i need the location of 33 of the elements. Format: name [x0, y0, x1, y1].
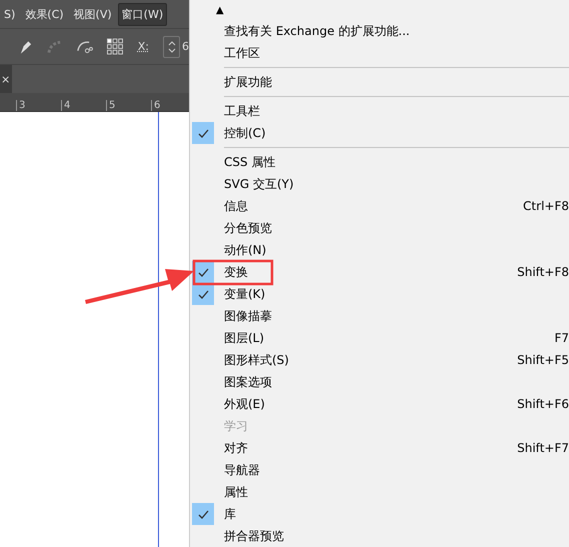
menu-item[interactable]: 分色预览 [190, 217, 569, 239]
menu-item[interactable]: 导航器 [190, 459, 569, 481]
menu-item[interactable]: CSS 属性 [190, 151, 569, 173]
menu-item[interactable]: 图像描摹 [190, 305, 569, 327]
menu-item[interactable]: SVG 交互(Y) [190, 173, 569, 195]
ruler-number: 5 [106, 100, 121, 111]
menu-bar-item[interactable]: S) [0, 4, 20, 24]
menu-bar-item[interactable]: 窗口(W) [118, 2, 168, 26]
menu-item[interactable]: 信息 Ctrl+F8 [190, 195, 569, 217]
menu-item[interactable]: 外观(E) Shift+F6 [190, 393, 569, 415]
menu-item[interactable]: 库 [190, 503, 569, 525]
menu-item[interactable]: 图案选项 [190, 371, 569, 393]
menu-item[interactable]: 工作区 [190, 42, 569, 64]
menu-bar-item[interactable]: 视图(V) [70, 2, 116, 26]
menu-item[interactable]: 图形样式(S) Shift+F5 [190, 349, 569, 371]
menu-item[interactable]: 属性 [190, 481, 569, 503]
x-value: 6 [182, 40, 189, 53]
menu-item[interactable]: 工具栏 [190, 100, 569, 122]
menu-item[interactable]: 对齐 Shift+F7 [190, 437, 569, 459]
x-label: X: [138, 40, 149, 53]
menu-item[interactable]: 图层(L) F7 [190, 327, 569, 349]
menu-item[interactable]: 控制(C) [190, 122, 569, 144]
ruler-number: 3 [16, 100, 31, 111]
menu-item[interactable]: 扩展功能 [190, 71, 569, 93]
menu-item[interactable]: 查找有关 Exchange 的扩展功能... [190, 20, 569, 42]
ruler-number: 4 [61, 100, 76, 111]
scroll-up-arrow[interactable]: ▲ [216, 4, 224, 16]
ruler-number: 6 [151, 100, 166, 111]
menu-item[interactable]: 变换 Shift+F8 [190, 261, 569, 283]
menu-item[interactable]: 变量(K) [190, 283, 569, 305]
menu-item[interactable]: 动作(N) [190, 239, 569, 261]
menu-item[interactable]: 拼合器预览 [190, 525, 569, 547]
menu-bar-item[interactable]: 效果(C) [21, 2, 68, 26]
